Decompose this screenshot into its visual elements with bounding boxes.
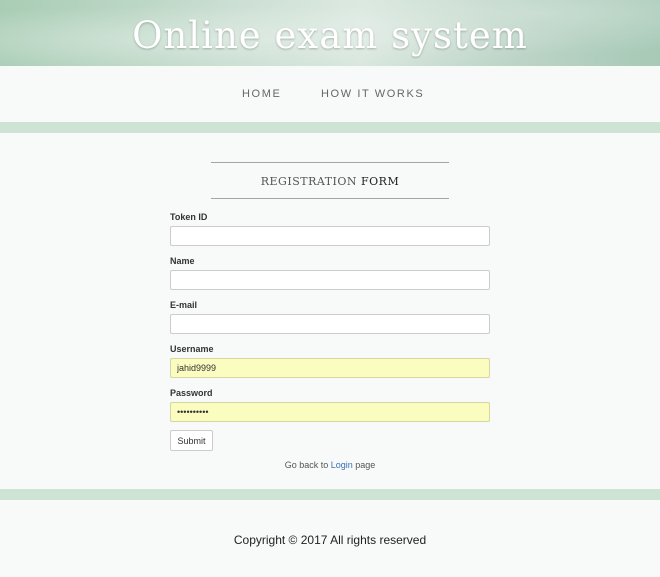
footer: Copyright © 2017 All rights reserved — [0, 500, 660, 577]
nav-home-link[interactable]: HOME — [242, 88, 281, 100]
divider-stripe-bottom — [0, 489, 660, 500]
heading-rule-bottom — [211, 198, 449, 199]
name-input[interactable] — [170, 270, 490, 290]
back-prefix: Go back to — [284, 460, 329, 470]
submit-button[interactable]: Submit — [170, 430, 213, 451]
username-label: Username — [170, 344, 214, 354]
header-banner: Online exam system — [0, 0, 660, 66]
email-label: E-mail — [170, 300, 198, 310]
divider-stripe-top — [0, 122, 660, 133]
token-id-input[interactable] — [170, 226, 490, 246]
username-input[interactable] — [170, 358, 490, 378]
name-label: Name — [170, 256, 195, 266]
token-id-label: Token ID — [170, 212, 208, 222]
email-input[interactable] — [170, 314, 490, 334]
registration-section: REGISTRATION FORM Token ID Name E-mail U… — [0, 133, 660, 489]
site-title: Online exam system — [132, 14, 528, 57]
copyright-text: Copyright © 2017 All rights reserved — [233, 533, 427, 547]
back-to-login-text: Go back to Login page — [0, 460, 660, 470]
form-heading: REGISTRATION FORM — [211, 175, 449, 188]
password-label: Password — [170, 388, 213, 398]
login-link[interactable]: Login — [331, 460, 353, 470]
back-suffix: page — [355, 460, 376, 470]
form-heading-light: REGISTRATION — [260, 175, 358, 188]
form-heading-strong: FORM — [361, 175, 400, 188]
password-input[interactable] — [170, 402, 490, 422]
top-nav: HOME HOW IT WORKS — [0, 66, 660, 122]
heading-rule-top — [211, 162, 449, 163]
nav-how-it-works-link[interactable]: HOW IT WORKS — [321, 88, 424, 100]
